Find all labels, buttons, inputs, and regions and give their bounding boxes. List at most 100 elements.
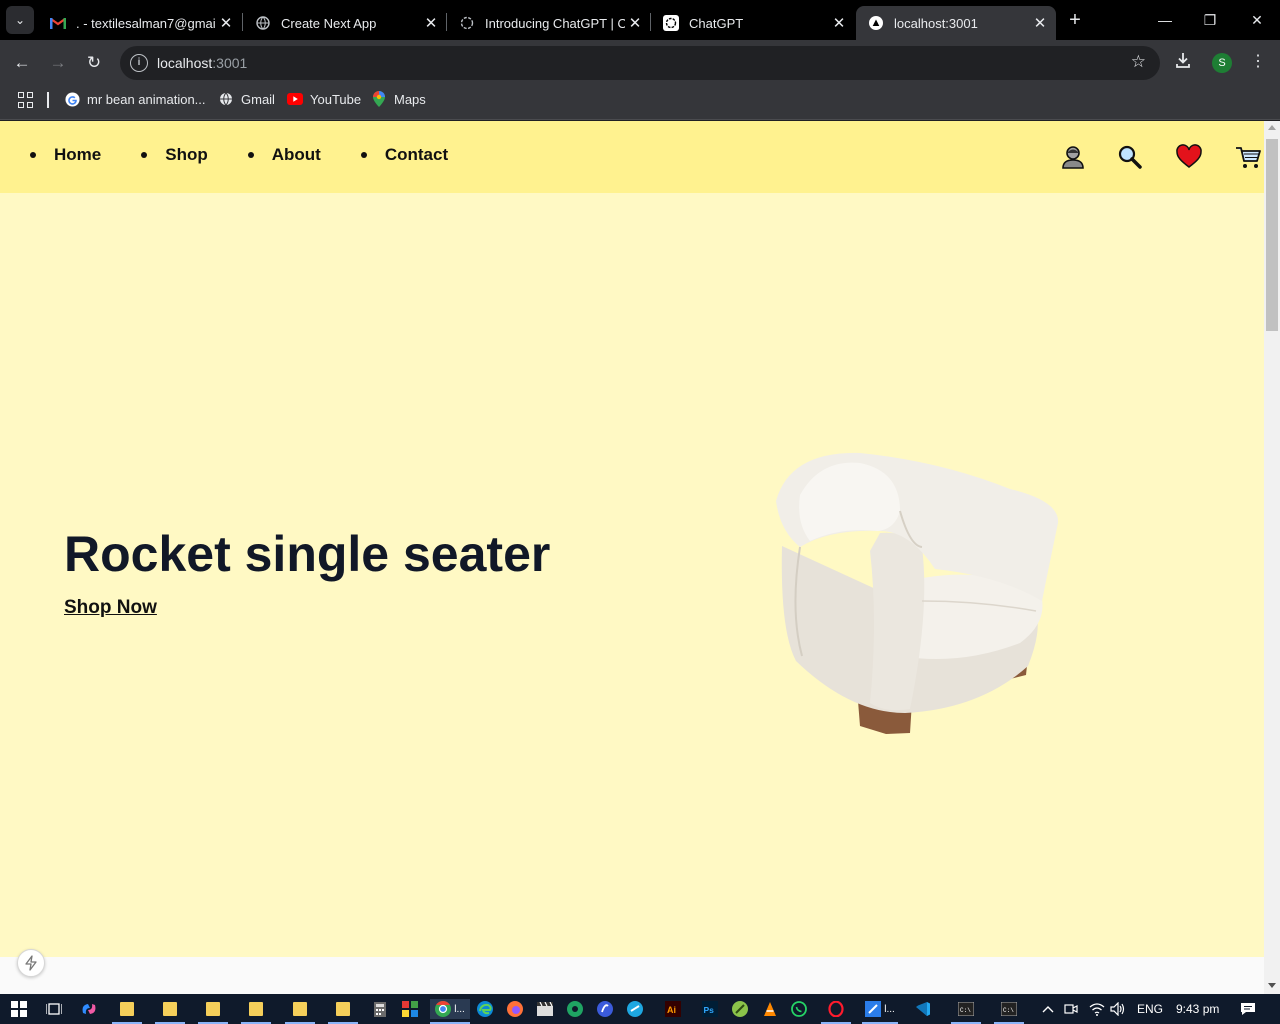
new-tab-button[interactable]: + (1064, 9, 1086, 31)
tab-chatgpt[interactable]: ChatGPT ✕ (651, 6, 855, 40)
close-icon[interactable]: ✕ (216, 14, 236, 32)
close-icon[interactable]: ✕ (625, 14, 645, 32)
svg-text:C:\: C:\ (960, 1007, 971, 1014)
scroll-down-icon[interactable] (1268, 983, 1276, 988)
taskbar-editor[interactable]: l... (862, 999, 898, 1024)
folder-icon[interactable] (285, 999, 315, 1024)
apps-grid-icon[interactable] (18, 92, 34, 108)
terminal-icon[interactable]: C:\ (951, 999, 981, 1024)
bookmark-gmail[interactable]: Gmail (218, 91, 275, 107)
nav-item-contact[interactable]: Contact (360, 145, 448, 165)
clock[interactable]: 9:43 pm (1176, 1002, 1219, 1016)
address-bar[interactable]: i localhost:3001 ☆ (120, 46, 1160, 80)
bookmark-label: YouTube (310, 91, 362, 107)
folder-icon[interactable] (328, 999, 358, 1024)
bullet-icon (360, 152, 367, 158)
windows-start-icon[interactable] (8, 999, 30, 1019)
nav-link-label[interactable]: About (272, 145, 321, 165)
tab-gmail[interactable]: . - textilesalman7@gmail. ✕ (38, 6, 242, 40)
folder-icon[interactable] (198, 999, 228, 1024)
language-indicator[interactable]: ENG (1137, 1002, 1163, 1016)
tab-introducing-chatgpt[interactable]: Introducing ChatGPT | Op ✕ (447, 6, 651, 40)
reload-icon[interactable]: ↻ (82, 51, 106, 75)
bookmark-maps[interactable]: Maps (371, 91, 426, 107)
globe-icon (255, 15, 271, 31)
sync-app-icon[interactable] (624, 999, 646, 1019)
url-text[interactable]: localhost:3001 (157, 55, 247, 71)
window-close-icon[interactable]: ✕ (1245, 8, 1269, 32)
url-host: localhost (157, 55, 213, 71)
cart-icon[interactable] (1234, 143, 1262, 171)
wifi-icon[interactable] (1086, 999, 1108, 1019)
scroll-up-icon[interactable] (1268, 125, 1276, 130)
nextjs-triangle-icon (868, 15, 884, 31)
calculator-icon[interactable] (369, 999, 391, 1019)
leaf-app-icon[interactable] (729, 999, 751, 1019)
photoshop-icon[interactable]: Ps (699, 999, 721, 1019)
nav-link-label[interactable]: Home (54, 145, 101, 165)
close-icon[interactable]: ✕ (421, 14, 441, 32)
minimize-icon[interactable]: — (1153, 8, 1177, 32)
tab-localhost[interactable]: localhost:3001 ✕ (856, 6, 1056, 40)
taskbar-chrome[interactable]: l... (430, 999, 470, 1024)
page-scrollbar[interactable] (1264, 121, 1280, 994)
taskbar-label: l... (454, 1003, 465, 1015)
site-info-icon[interactable]: i (130, 54, 148, 72)
notifications-icon[interactable] (1237, 999, 1259, 1019)
blue-app-icon[interactable] (594, 999, 616, 1019)
forward-icon[interactable]: → (46, 51, 70, 75)
tray-chevron-icon[interactable] (1037, 999, 1059, 1019)
meet-icon[interactable] (1060, 999, 1082, 1019)
heart-icon[interactable] (1175, 143, 1203, 171)
more-menu-icon[interactable]: ⋮ (1250, 51, 1266, 71)
editor-icon (865, 1001, 882, 1017)
close-icon[interactable]: ✕ (1030, 14, 1050, 32)
whatsapp-icon[interactable] (788, 999, 810, 1019)
task-view-icon[interactable] (43, 999, 65, 1019)
user-icon[interactable] (1059, 143, 1087, 171)
volume-icon[interactable] (1107, 999, 1129, 1019)
svg-text:C:\: C:\ (1003, 1007, 1014, 1014)
terminal-icon[interactable]: C:\ (994, 999, 1024, 1024)
nav-item-shop[interactable]: Shop (141, 145, 208, 165)
folder-icon[interactable] (112, 999, 142, 1024)
site-header: Home Shop About Contact (0, 121, 1264, 193)
bookmark-star-icon[interactable]: ☆ (1131, 52, 1146, 72)
taskbar-label: l... (884, 1003, 895, 1015)
page-viewport: Home Shop About Contact Rocket single se… (0, 121, 1264, 994)
opera-icon[interactable] (821, 999, 851, 1024)
nav-link-label[interactable]: Shop (165, 145, 208, 165)
back-icon[interactable]: ← (10, 51, 34, 75)
illustrator-icon[interactable]: Ai (662, 999, 684, 1019)
vlc-icon[interactable] (759, 999, 781, 1019)
tab-create-next-app[interactable]: Create Next App ✕ (243, 6, 447, 40)
scrollbar-thumb[interactable] (1266, 139, 1278, 331)
search-icon[interactable] (1116, 143, 1144, 171)
restore-icon[interactable]: ❐ (1198, 8, 1222, 32)
tab-title: localhost:3001 (894, 15, 978, 31)
app-grid-icon[interactable] (399, 999, 421, 1019)
nav-link-label[interactable]: Contact (385, 145, 448, 165)
clapperboard-icon[interactable] (534, 999, 556, 1019)
bookmark-youtube[interactable]: YouTube (287, 91, 361, 107)
nav-item-about[interactable]: About (247, 145, 321, 165)
bookmark-mr-bean[interactable]: mr bean animation... (64, 91, 206, 107)
windows-taskbar: l... Ai Ps l... C:\ C:\ ENG 9:43 pm (0, 994, 1280, 1024)
shop-now-link[interactable]: Shop Now (64, 597, 157, 619)
bullet-icon (30, 152, 36, 158)
vscode-icon[interactable] (912, 999, 934, 1019)
folder-icon[interactable] (155, 999, 185, 1024)
folder-icon[interactable] (241, 999, 271, 1024)
profile-avatar[interactable]: S (1212, 53, 1232, 73)
youtube-icon (287, 91, 303, 107)
nextjs-dev-indicator[interactable] (17, 949, 45, 977)
chatgpt-icon (663, 15, 679, 31)
copilot-icon[interactable] (78, 999, 100, 1019)
close-icon[interactable]: ✕ (829, 14, 849, 32)
edge-icon[interactable] (474, 999, 496, 1019)
firefox-icon[interactable] (504, 999, 526, 1019)
tab-search-button[interactable]: ⌄ (6, 6, 34, 34)
green-app-icon[interactable] (564, 999, 586, 1019)
download-icon[interactable] (1174, 51, 1192, 74)
nav-item-home[interactable]: Home (30, 145, 101, 165)
